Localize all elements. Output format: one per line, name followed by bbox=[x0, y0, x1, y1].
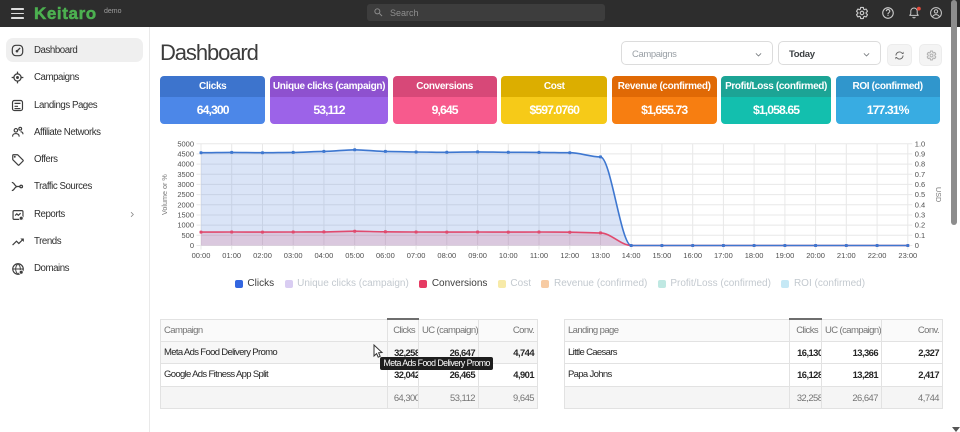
svg-text:0: 0 bbox=[190, 241, 194, 250]
svg-text:1500: 1500 bbox=[177, 211, 194, 220]
svg-text:16:00: 16:00 bbox=[683, 251, 702, 260]
svg-text:01:00: 01:00 bbox=[222, 251, 241, 260]
svg-text:06:00: 06:00 bbox=[376, 251, 395, 260]
svg-text:11:00: 11:00 bbox=[530, 251, 548, 260]
svg-text:0.4: 0.4 bbox=[915, 200, 925, 209]
svg-text:09:00: 09:00 bbox=[468, 251, 487, 260]
svg-text:22:00: 22:00 bbox=[868, 251, 887, 260]
svg-text:USD: USD bbox=[934, 187, 943, 202]
svg-text:3500: 3500 bbox=[177, 170, 194, 179]
svg-text:Volume or %: Volume or % bbox=[160, 174, 169, 215]
svg-text:0.6: 0.6 bbox=[915, 180, 925, 189]
svg-text:14:00: 14:00 bbox=[622, 251, 641, 260]
svg-text:5000: 5000 bbox=[177, 139, 194, 148]
svg-text:500: 500 bbox=[181, 231, 194, 240]
svg-text:4500: 4500 bbox=[177, 150, 194, 159]
svg-text:13:00: 13:00 bbox=[591, 251, 610, 260]
svg-text:00:00: 00:00 bbox=[192, 251, 211, 260]
svg-text:2500: 2500 bbox=[177, 190, 194, 199]
svg-text:0.9: 0.9 bbox=[915, 150, 925, 159]
svg-text:0.8: 0.8 bbox=[915, 160, 925, 169]
svg-text:21:00: 21:00 bbox=[837, 251, 856, 260]
svg-text:0.5: 0.5 bbox=[915, 190, 925, 199]
svg-text:2000: 2000 bbox=[177, 200, 194, 209]
svg-text:17:00: 17:00 bbox=[714, 251, 733, 260]
svg-text:12:00: 12:00 bbox=[560, 251, 579, 260]
svg-text:0.1: 0.1 bbox=[915, 231, 925, 240]
svg-text:10:00: 10:00 bbox=[499, 251, 518, 260]
svg-text:05:00: 05:00 bbox=[345, 251, 364, 260]
svg-text:07:00: 07:00 bbox=[407, 251, 426, 260]
svg-text:1.0: 1.0 bbox=[915, 139, 925, 148]
svg-text:3000: 3000 bbox=[177, 180, 194, 189]
svg-text:23:00: 23:00 bbox=[898, 251, 917, 260]
svg-text:20:00: 20:00 bbox=[806, 251, 825, 260]
svg-text:0: 0 bbox=[915, 241, 919, 250]
svg-text:02:00: 02:00 bbox=[253, 251, 272, 260]
svg-text:4000: 4000 bbox=[177, 160, 194, 169]
svg-text:0.2: 0.2 bbox=[915, 221, 925, 230]
svg-text:08:00: 08:00 bbox=[437, 251, 456, 260]
svg-text:0.3: 0.3 bbox=[915, 211, 925, 220]
svg-text:0.7: 0.7 bbox=[915, 170, 925, 179]
svg-text:19:00: 19:00 bbox=[776, 251, 795, 260]
svg-text:18:00: 18:00 bbox=[745, 251, 764, 260]
svg-text:03:00: 03:00 bbox=[284, 251, 303, 260]
svg-text:15:00: 15:00 bbox=[653, 251, 672, 260]
svg-text:04:00: 04:00 bbox=[315, 251, 334, 260]
svg-text:1000: 1000 bbox=[177, 221, 194, 230]
